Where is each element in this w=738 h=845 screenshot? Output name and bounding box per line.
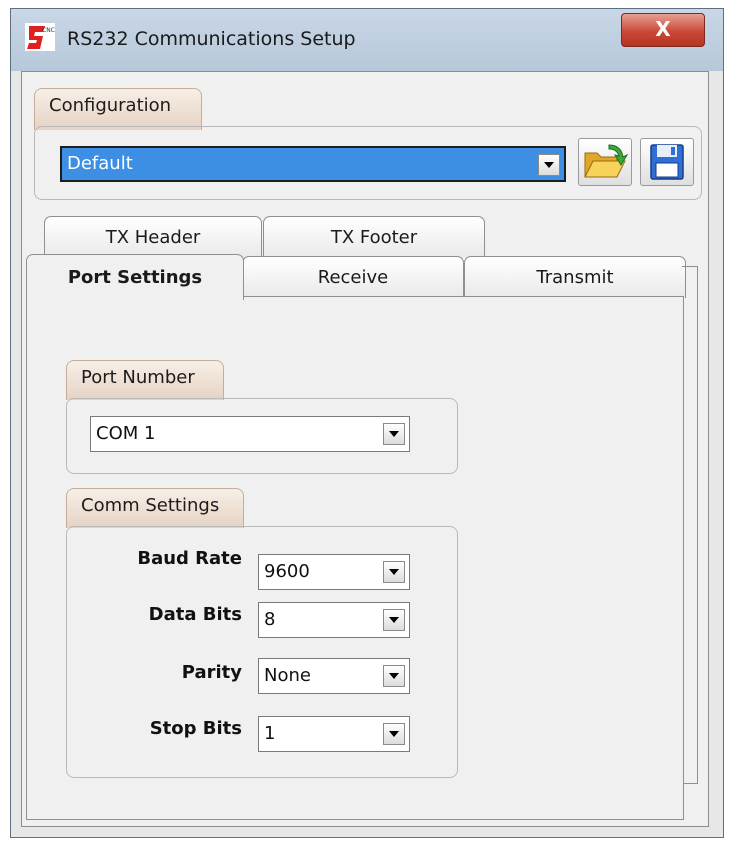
chevron-down-icon[interactable] bbox=[383, 561, 405, 583]
parity-label: Parity bbox=[181, 662, 242, 683]
open-configuration-button[interactable] bbox=[578, 138, 632, 186]
tab-tx-header[interactable]: TX Header bbox=[44, 216, 262, 258]
parity-value: None bbox=[264, 665, 311, 686]
configuration-select-value: Default bbox=[67, 153, 133, 174]
parity-select[interactable]: None bbox=[258, 658, 410, 694]
tab-tx-footer[interactable]: TX Footer bbox=[263, 216, 485, 258]
stop-bits-select[interactable]: 1 bbox=[258, 716, 410, 752]
port-number-select[interactable]: COM 1 bbox=[90, 416, 410, 452]
chevron-down-icon[interactable] bbox=[383, 665, 405, 687]
baud-rate-select[interactable]: 9600 bbox=[258, 554, 410, 590]
baud-rate-label: Baud Rate bbox=[137, 548, 242, 569]
port-number-group-label: Port Number bbox=[66, 360, 224, 400]
chevron-down-icon[interactable] bbox=[383, 723, 405, 745]
data-bits-select[interactable]: 8 bbox=[258, 602, 410, 638]
tab-stack-edge bbox=[682, 266, 698, 784]
tab-transmit[interactable]: Transmit bbox=[464, 256, 686, 298]
comm-settings-group-label: Comm Settings bbox=[66, 488, 244, 528]
tab-port-settings[interactable]: Port Settings bbox=[26, 254, 244, 300]
data-bits-label: Data Bits bbox=[148, 604, 242, 625]
configuration-group-label: Configuration bbox=[34, 88, 202, 130]
rs232-setup-window: CNC RS232 Communications Setup X Configu… bbox=[10, 8, 724, 838]
tab-receive[interactable]: Receive bbox=[242, 256, 464, 298]
chevron-down-icon[interactable] bbox=[538, 154, 560, 176]
stop-bits-value: 1 bbox=[264, 723, 276, 744]
data-bits-value: 8 bbox=[264, 609, 276, 630]
window-title: RS232 Communications Setup bbox=[67, 28, 356, 50]
port-number-value: COM 1 bbox=[96, 423, 156, 444]
app-logo-text: CNC bbox=[42, 27, 55, 34]
app-logo-icon: CNC bbox=[25, 23, 55, 51]
floppy-disk-icon bbox=[650, 144, 684, 180]
close-icon: X bbox=[655, 17, 671, 41]
close-button[interactable]: X bbox=[621, 13, 705, 47]
baud-rate-value: 9600 bbox=[264, 561, 310, 582]
save-configuration-button[interactable] bbox=[640, 138, 694, 186]
folder-open-icon bbox=[584, 144, 629, 178]
chevron-down-icon[interactable] bbox=[383, 609, 405, 631]
configuration-select[interactable]: Default bbox=[60, 146, 566, 182]
stop-bits-label: Stop Bits bbox=[149, 718, 242, 739]
chevron-down-icon[interactable] bbox=[383, 423, 405, 445]
title-bar[interactable]: CNC RS232 Communications Setup X bbox=[11, 9, 723, 71]
dialog-body: Configuration Default TX Header TX Foote… bbox=[21, 71, 709, 827]
